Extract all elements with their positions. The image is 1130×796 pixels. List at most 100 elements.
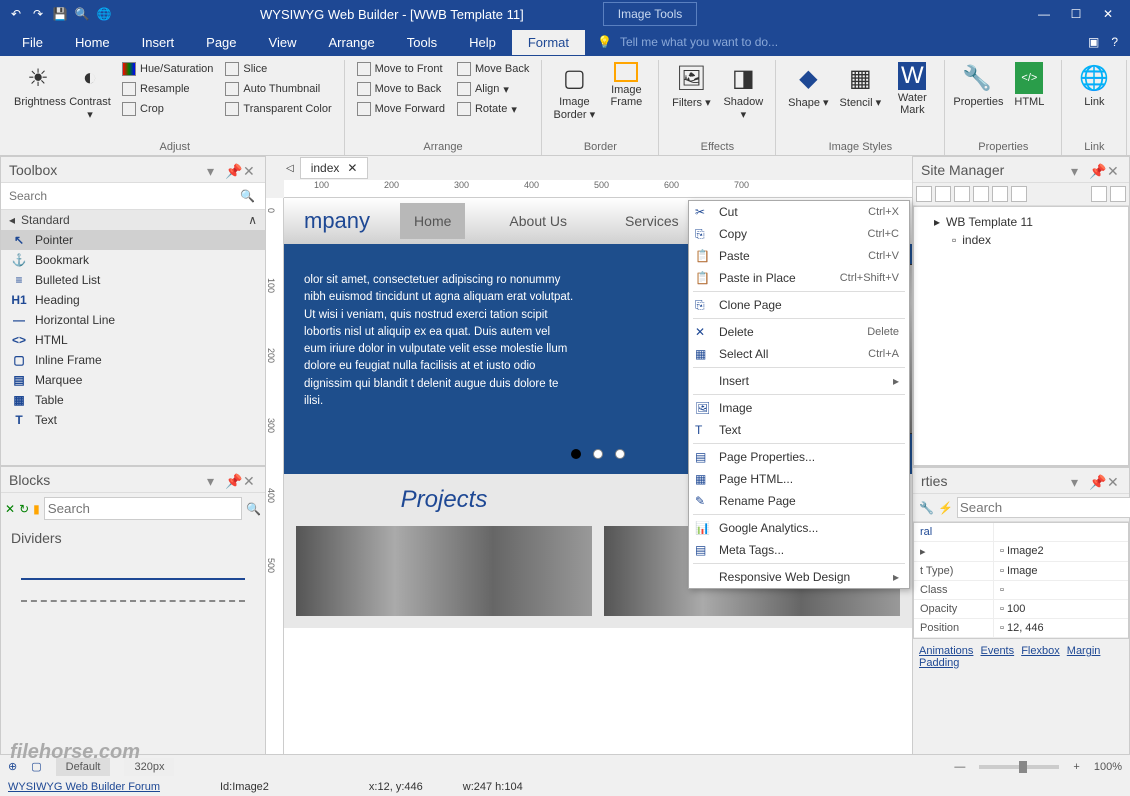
ctx-google-analytics-[interactable]: 📊Google Analytics... xyxy=(689,517,909,539)
stencil-button[interactable]: ▦Stencil ▾ xyxy=(836,60,884,109)
toolbox-item-heading[interactable]: H1Heading xyxy=(1,290,265,310)
pin-icon[interactable]: 📌 xyxy=(225,163,239,177)
minimize-button[interactable]: — xyxy=(1030,4,1058,24)
toolbox-search[interactable] xyxy=(5,185,234,207)
close-panel-icon[interactable]: ✕ xyxy=(243,163,257,177)
tree-root[interactable]: ▸WB Template 11 xyxy=(920,213,1122,231)
moveforward-button[interactable]: Move Forward xyxy=(353,100,449,118)
ctx-rename-page[interactable]: ✎Rename Page xyxy=(689,490,909,512)
help-icon[interactable]: ? xyxy=(1105,35,1124,49)
close-button[interactable]: ✕ xyxy=(1094,4,1122,24)
link-flexbox[interactable]: Flexbox xyxy=(1021,645,1060,657)
category-standard[interactable]: ◂Standard∧ xyxy=(1,210,265,230)
html-button[interactable]: </>HTML xyxy=(1005,60,1053,108)
toolbox-item-text[interactable]: TText xyxy=(1,410,265,430)
copy-icon[interactable] xyxy=(992,186,1008,202)
properties-button[interactable]: 🔧Properties xyxy=(953,60,1001,108)
prop-row[interactable]: Class▫ xyxy=(914,581,1128,600)
link-button[interactable]: 🌐Link xyxy=(1070,60,1118,108)
toolbox-item-inline-frame[interactable]: ▢Inline Frame xyxy=(1,350,265,370)
ctx-meta-tags-[interactable]: ▤Meta Tags... xyxy=(689,539,909,561)
ctx-cut[interactable]: ✂CutCtrl+X xyxy=(689,201,909,223)
contrast-button[interactable]: ◐Contrast▾ xyxy=(66,60,114,121)
search-icon[interactable]: 🔍 xyxy=(234,189,261,203)
ctx-text[interactable]: TText xyxy=(689,419,909,441)
sync-icon[interactable]: ↻ xyxy=(19,502,29,516)
pin-icon[interactable]: 📌 xyxy=(1089,163,1103,177)
ribbon-options-icon[interactable]: ▣ xyxy=(1082,35,1105,49)
filters-button[interactable]: 🖼Filters ▾ xyxy=(667,60,715,109)
menu-file[interactable]: File xyxy=(6,30,59,55)
menu-page[interactable]: Page xyxy=(190,30,252,55)
link-animations[interactable]: Animations xyxy=(919,645,973,657)
dropdown-icon[interactable]: ▾ xyxy=(1071,163,1085,177)
ctx-clone-page[interactable]: ⎘Clone Page xyxy=(689,294,909,316)
dropdown-icon[interactable]: ▾ xyxy=(207,473,221,487)
ctx-select-all[interactable]: ▦Select AllCtrl+A xyxy=(689,343,909,365)
delete-icon[interactable] xyxy=(1011,186,1027,202)
prop-row[interactable]: Opacity▫ 100 xyxy=(914,600,1128,619)
link-padding[interactable]: Padding xyxy=(919,657,959,669)
toolbox-item-bookmark[interactable]: ⚓Bookmark xyxy=(1,250,265,270)
pin-icon[interactable]: 📌 xyxy=(225,473,239,487)
edit-icon[interactable] xyxy=(973,186,989,202)
toolbox-item-bulleted-list[interactable]: ≡Bulleted List xyxy=(1,270,265,290)
menu-tools[interactable]: Tools xyxy=(391,30,453,55)
moveback2-button[interactable]: Move Back xyxy=(453,60,533,78)
zoom-in-icon[interactable]: + xyxy=(1073,761,1079,773)
movefront-button[interactable]: Move to Front xyxy=(353,60,449,78)
refresh-icon[interactable]: ✕ xyxy=(5,502,15,516)
shadow-button[interactable]: ◨Shadow ▾ xyxy=(719,60,767,121)
ctx-responsive-web-design[interactable]: Responsive Web Design▸ xyxy=(689,566,909,588)
pin-icon[interactable]: 📌 xyxy=(1089,474,1103,488)
ctx-delete[interactable]: ✕DeleteDelete xyxy=(689,321,909,343)
settings-icon[interactable] xyxy=(1110,186,1126,202)
menu-insert[interactable]: Insert xyxy=(126,30,191,55)
publish-icon[interactable]: 🌐 xyxy=(96,6,112,22)
link-margin[interactable]: Margin xyxy=(1067,645,1101,657)
preview-icon[interactable]: 🔍 xyxy=(74,6,90,22)
search-icon[interactable]: 🔍 xyxy=(246,502,261,516)
hue-button[interactable]: Hue/Saturation xyxy=(118,60,217,78)
resample-button[interactable]: Resample xyxy=(118,80,217,98)
tree-index[interactable]: ▫index xyxy=(920,231,1122,249)
menu-help[interactable]: Help xyxy=(453,30,512,55)
undo-icon[interactable]: ↶ xyxy=(8,6,24,22)
imgframe-button[interactable]: Image Frame xyxy=(602,60,650,108)
menu-format[interactable]: Format xyxy=(512,30,585,55)
menu-arrange[interactable]: Arrange xyxy=(312,30,390,55)
ctx-copy[interactable]: ⎘CopyCtrl+C xyxy=(689,223,909,245)
transparent-button[interactable]: Transparent Color xyxy=(221,100,335,118)
close-panel-icon[interactable]: ✕ xyxy=(1107,163,1121,177)
new-page-icon[interactable] xyxy=(916,186,932,202)
dropdown-icon[interactable]: ▾ xyxy=(207,163,221,177)
toolbox-item-horizontal-line[interactable]: —Horizontal Line xyxy=(1,310,265,330)
menu-view[interactable]: View xyxy=(253,30,313,55)
doc-tab-index[interactable]: index✕ xyxy=(300,157,369,179)
ctx-image[interactable]: 🖼Image xyxy=(689,397,909,419)
toolbox-item-html[interactable]: <>HTML xyxy=(1,330,265,350)
divider-preview[interactable] xyxy=(21,600,245,602)
ctx-insert[interactable]: Insert▸ xyxy=(689,370,909,392)
crop-button[interactable]: Crop xyxy=(118,100,217,118)
moveback-button[interactable]: Move to Back xyxy=(353,80,449,98)
categorize-icon[interactable]: 🔧 xyxy=(919,501,934,515)
slice-button[interactable]: Slice xyxy=(221,60,335,78)
dropdown-icon[interactable]: ▾ xyxy=(1071,474,1085,488)
close-panel-icon[interactable]: ✕ xyxy=(1107,474,1121,488)
menu-home[interactable]: Home xyxy=(59,30,126,55)
zoom-out-icon[interactable]: — xyxy=(954,761,965,773)
ctx-paste-in-place[interactable]: 📋Paste in PlaceCtrl+Shift+V xyxy=(689,267,909,289)
watermark-button[interactable]: WWater Mark xyxy=(888,60,936,116)
imgborder-button[interactable]: ▢Image Border ▾ xyxy=(550,60,598,121)
sort-icon[interactable]: ⚡ xyxy=(938,501,953,515)
toolbox-item-table[interactable]: ▦Table xyxy=(1,390,265,410)
close-tab-icon[interactable]: ✕ xyxy=(347,161,357,175)
rotate-button[interactable]: Rotate ▾ xyxy=(453,100,533,118)
redo-icon[interactable]: ↷ xyxy=(30,6,46,22)
filter-icon[interactable]: ▮ xyxy=(33,502,40,516)
open-icon[interactable] xyxy=(954,186,970,202)
link-events[interactable]: Events xyxy=(980,645,1014,657)
maximize-button[interactable]: ☐ xyxy=(1062,4,1090,24)
prop-row[interactable]: Position▫ 12, 446 xyxy=(914,619,1128,638)
